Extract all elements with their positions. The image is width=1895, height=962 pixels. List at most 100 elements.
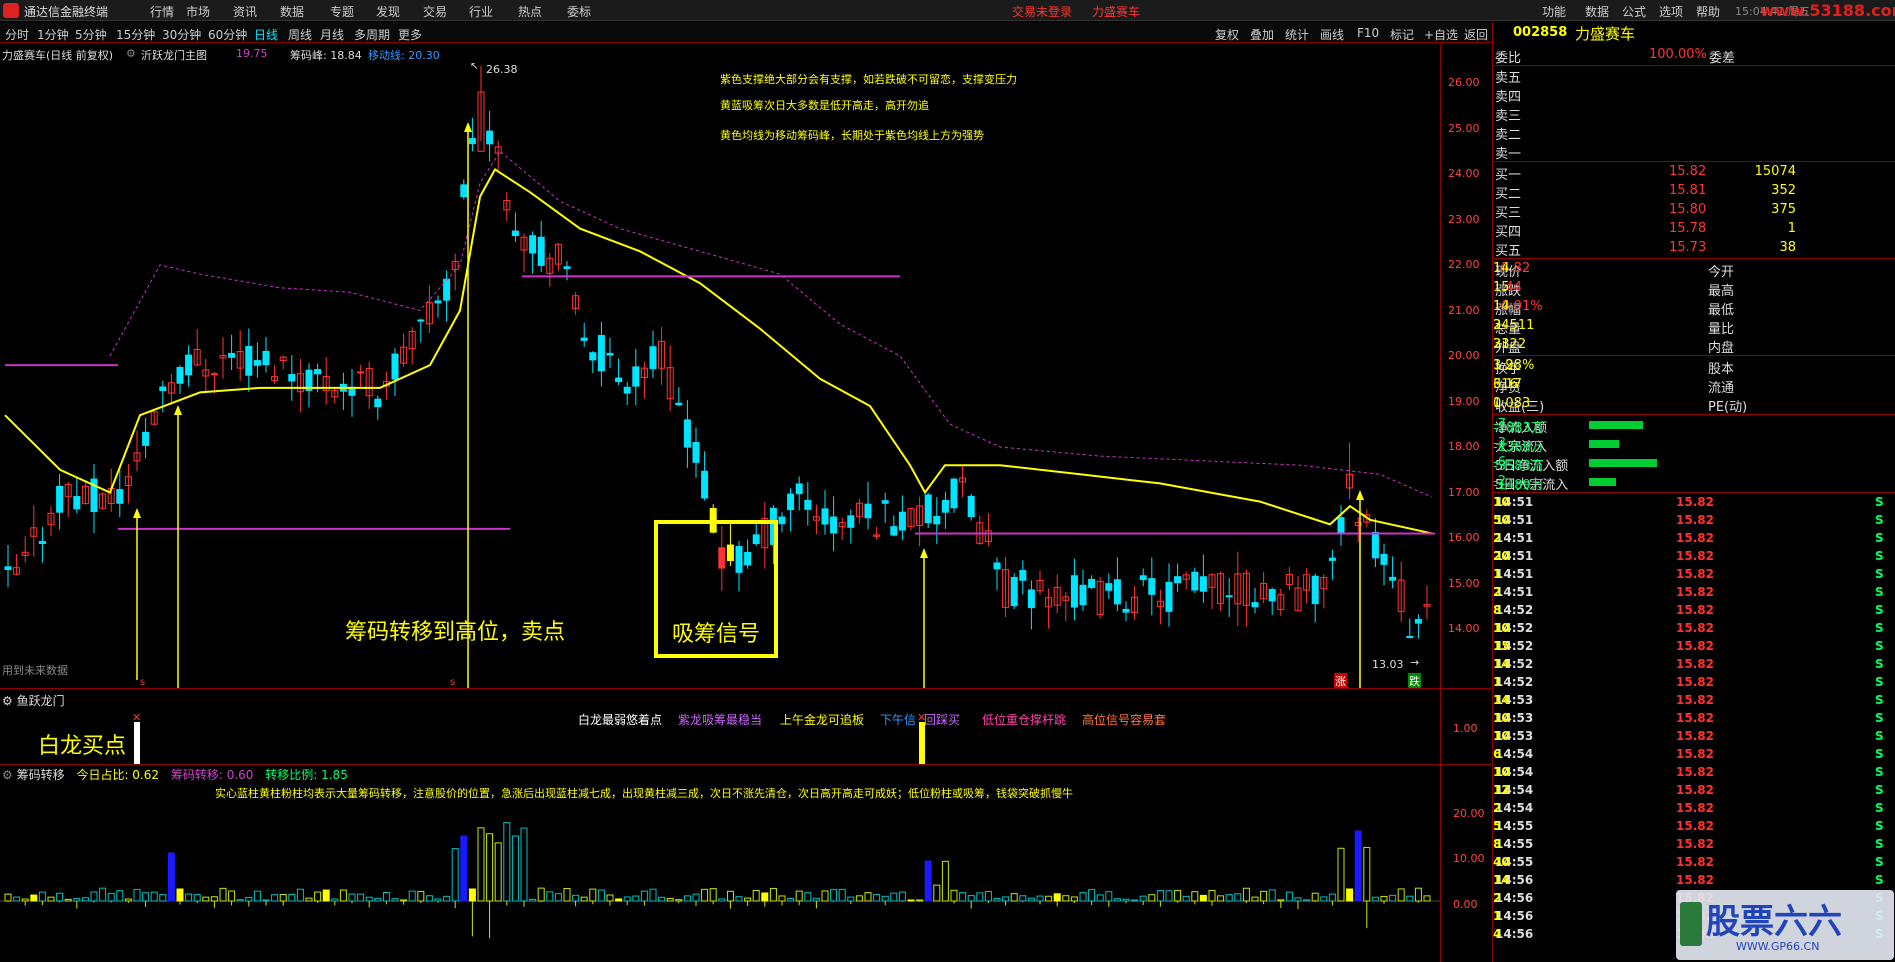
candle[interactable] xyxy=(1242,569,1250,627)
candle[interactable] xyxy=(623,382,631,405)
candle[interactable] xyxy=(150,411,158,426)
candle[interactable] xyxy=(1002,556,1010,617)
candle[interactable] xyxy=(1199,554,1207,603)
candle[interactable] xyxy=(185,345,193,387)
candle[interactable] xyxy=(1389,556,1397,589)
right-menu-item[interactable]: 公式 xyxy=(1622,3,1646,20)
candle[interactable] xyxy=(1096,577,1104,619)
candle[interactable] xyxy=(271,364,279,385)
candle[interactable] xyxy=(761,502,769,569)
candle[interactable] xyxy=(916,496,924,547)
menu-item[interactable]: 市场 xyxy=(186,3,210,20)
candle[interactable] xyxy=(735,540,743,592)
candle[interactable] xyxy=(486,110,494,162)
candle[interactable] xyxy=(1070,558,1078,621)
candle[interactable] xyxy=(1371,518,1379,568)
candle[interactable] xyxy=(30,505,38,557)
candle[interactable] xyxy=(1414,614,1422,639)
timeframe-7[interactable]: 周线 xyxy=(288,26,312,43)
candle[interactable] xyxy=(572,292,580,315)
candle[interactable] xyxy=(1251,587,1259,614)
candle[interactable] xyxy=(1320,574,1328,609)
candle[interactable] xyxy=(959,465,967,498)
candle[interactable] xyxy=(744,539,752,569)
candle[interactable] xyxy=(1174,563,1182,592)
candle[interactable] xyxy=(21,536,29,563)
candle[interactable] xyxy=(1285,567,1293,591)
candle[interactable] xyxy=(477,65,485,152)
menu-item[interactable]: 发现 xyxy=(376,3,400,20)
candle[interactable] xyxy=(821,490,829,535)
candle[interactable] xyxy=(64,481,72,518)
candle[interactable] xyxy=(391,348,399,396)
candle[interactable] xyxy=(795,476,803,511)
candle[interactable] xyxy=(812,504,820,535)
candle[interactable] xyxy=(348,368,356,417)
candle[interactable] xyxy=(219,337,227,379)
candle[interactable] xyxy=(640,361,648,399)
candle[interactable] xyxy=(1036,570,1044,595)
candle[interactable] xyxy=(615,358,623,386)
candle[interactable] xyxy=(778,512,786,533)
timeframe-5[interactable]: 60分钟 xyxy=(208,26,247,43)
candle[interactable] xyxy=(666,345,674,412)
candle[interactable] xyxy=(554,243,562,271)
bid-row[interactable]: 买二 15.81 352 xyxy=(1493,182,1895,202)
candle[interactable] xyxy=(1268,587,1276,615)
candle[interactable] xyxy=(1156,589,1164,625)
candle[interactable] xyxy=(1122,601,1130,622)
candle[interactable] xyxy=(176,365,184,394)
candle[interactable] xyxy=(597,321,605,387)
candle[interactable] xyxy=(253,342,261,378)
menu-item[interactable]: 数据 xyxy=(280,3,304,20)
candle[interactable] xyxy=(1053,574,1061,614)
candle[interactable] xyxy=(683,400,691,468)
menu-item[interactable]: 热点 xyxy=(518,3,542,20)
candle[interactable] xyxy=(288,355,296,401)
tool-button-6[interactable]: +自选 xyxy=(1424,26,1458,43)
candle[interactable] xyxy=(675,387,683,407)
candle[interactable] xyxy=(520,233,528,273)
candle[interactable] xyxy=(468,117,476,152)
candle[interactable] xyxy=(890,515,898,537)
candle[interactable] xyxy=(580,322,588,347)
candle[interactable] xyxy=(1311,573,1319,623)
candle[interactable] xyxy=(967,493,975,521)
candle[interactable] xyxy=(1217,571,1225,612)
candle[interactable] xyxy=(847,509,855,544)
candle[interactable] xyxy=(1139,568,1147,587)
candle[interactable] xyxy=(1328,549,1336,580)
tool-button-4[interactable]: F10 xyxy=(1357,26,1379,40)
candle[interactable] xyxy=(752,524,760,546)
candle[interactable] xyxy=(425,285,433,333)
candle[interactable] xyxy=(1208,572,1216,610)
candle[interactable] xyxy=(262,336,270,373)
candle[interactable] xyxy=(228,334,236,371)
candle[interactable] xyxy=(494,140,502,172)
menu-item[interactable]: 委标 xyxy=(567,3,591,20)
candlestick-chart[interactable]: ↖ → s s xyxy=(0,60,1492,688)
candle[interactable] xyxy=(1027,580,1035,630)
candle[interactable] xyxy=(1148,557,1156,616)
right-menu-item[interactable]: 数据 xyxy=(1585,3,1609,20)
candle[interactable] xyxy=(1303,568,1311,604)
indicator2-chart[interactable] xyxy=(0,764,1440,962)
candle[interactable] xyxy=(365,361,373,409)
candle[interactable] xyxy=(658,327,666,385)
candle[interactable] xyxy=(1131,586,1139,620)
candle[interactable] xyxy=(1380,543,1388,586)
candle[interactable] xyxy=(1294,575,1302,612)
candle[interactable] xyxy=(99,492,107,510)
candle[interactable] xyxy=(503,191,511,222)
candle[interactable] xyxy=(417,318,425,343)
candle[interactable] xyxy=(701,451,709,501)
candle[interactable] xyxy=(47,506,55,536)
candle[interactable] xyxy=(1191,567,1199,594)
candle[interactable] xyxy=(881,492,889,524)
candle[interactable] xyxy=(305,363,313,408)
candle[interactable] xyxy=(718,525,726,591)
bid-row[interactable]: 买三 15.80 375 xyxy=(1493,201,1895,221)
candle[interactable] xyxy=(322,356,330,405)
candle[interactable] xyxy=(1045,588,1053,629)
timeframe-9[interactable]: 多周期 xyxy=(354,26,390,43)
